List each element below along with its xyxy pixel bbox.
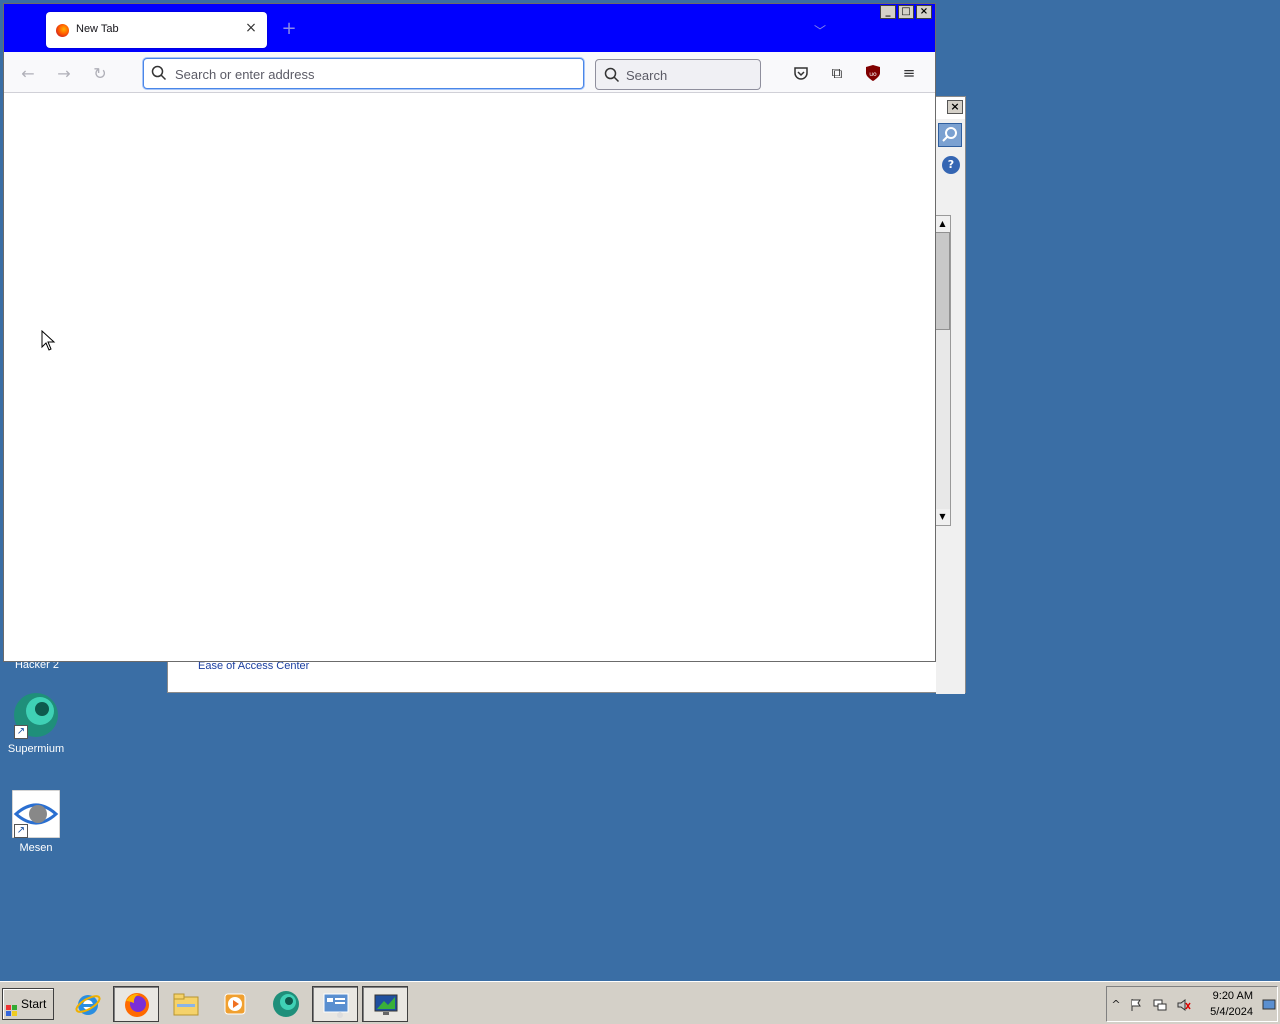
taskbar-ie[interactable] <box>65 986 111 1022</box>
taskbar-explorer[interactable] <box>163 986 209 1022</box>
help-icon[interactable]: ? <box>942 156 960 174</box>
scroll-up-arrow-icon[interactable]: ▲ <box>935 216 950 232</box>
scroll-thumb[interactable] <box>935 232 950 330</box>
clock-time[interactable]: 9:20 AM <box>1209 990 1253 1002</box>
minimize-button[interactable]: _ <box>880 5 896 19</box>
shortcut-arrow-icon: ↗ <box>14 824 28 838</box>
folder-icon <box>172 990 200 1018</box>
ie-icon <box>74 990 102 1018</box>
monitor-icon <box>372 991 400 1019</box>
system-tray: ^ 9:20 AM 5/4/2024 <box>1106 986 1278 1022</box>
supermium-icon: ↗ <box>12 691 60 739</box>
taskbar-firefox[interactable] <box>113 986 159 1022</box>
search-icon <box>604 67 620 83</box>
pocket-icon[interactable] <box>790 62 812 84</box>
start-button[interactable]: Start <box>2 988 54 1020</box>
supermium-icon <box>272 990 300 1018</box>
menu-icon[interactable]: ≡ <box>898 62 920 84</box>
list-all-tabs-icon[interactable]: ﹀ <box>812 22 828 38</box>
firefox-window: New Tab × + ﹀ _ □ × ← → ↻ ⧉ uo <box>3 3 936 662</box>
media-player-icon <box>221 990 249 1018</box>
control-panel-close-button[interactable]: × <box>947 100 963 114</box>
mesen-icon: ↗ <box>11 789 61 839</box>
search-icon[interactable] <box>938 123 962 147</box>
close-button[interactable]: × <box>916 5 932 19</box>
tab-title: New Tab <box>76 23 119 35</box>
expand-tray-icon[interactable]: ^ <box>1109 998 1123 1012</box>
firefox-icon <box>56 24 69 37</box>
scrollbar[interactable]: ▲ ▼ <box>934 215 951 526</box>
maximize-button[interactable]: □ <box>898 5 914 19</box>
new-tab-icon[interactable]: + <box>280 20 298 38</box>
url-bar[interactable] <box>143 58 584 89</box>
search-bar[interactable] <box>595 59 761 90</box>
url-input[interactable] <box>175 65 575 83</box>
taskbar-media-player[interactable] <box>212 986 258 1022</box>
scroll-down-arrow-icon[interactable]: ▼ <box>935 509 950 525</box>
ublock-shield-icon[interactable]: uo <box>862 62 884 84</box>
taskbar-control-panel[interactable] <box>312 986 358 1022</box>
navigation-toolbar: ← → ↻ ⧉ uo ≡ <box>4 52 935 93</box>
clock-date[interactable]: 5/4/2024 <box>1201 1006 1253 1018</box>
taskbar: Start ^ 9:20 AM 5/4/2024 <box>0 981 1280 1024</box>
forward-icon[interactable]: → <box>50 60 78 88</box>
control-panel-icon <box>322 991 350 1019</box>
desktop-icon-label: Mesen <box>19 842 53 854</box>
tab-close-icon[interactable]: × <box>243 20 259 36</box>
tab-strip: New Tab × + ﹀ _ □ × <box>4 4 935 52</box>
search-icon <box>151 65 167 81</box>
firefox-icon <box>123 991 151 1019</box>
taskbar-supermium[interactable] <box>263 986 309 1022</box>
desktop-icon-supermium[interactable]: ↗ Supermium <box>0 691 72 755</box>
page-content[interactable] <box>4 94 935 661</box>
start-label: Start <box>21 997 47 1011</box>
desktop-icon-label: Supermium <box>7 743 65 755</box>
mouse-cursor-icon <box>41 329 57 352</box>
show-desktop-icon[interactable] <box>1262 997 1276 1011</box>
desktop-icon-mesen[interactable]: ↗ Mesen <box>0 789 72 854</box>
windows-logo-icon <box>6 998 18 1016</box>
back-icon[interactable]: ← <box>14 60 42 88</box>
taskbar-remote-desktop[interactable] <box>362 986 408 1022</box>
tab-new-tab[interactable]: New Tab × <box>46 12 267 48</box>
shortcut-arrow-icon: ↗ <box>14 725 28 739</box>
network-icon[interactable] <box>1153 998 1167 1012</box>
search-input[interactable] <box>626 66 752 84</box>
extensions-icon[interactable]: ⧉ <box>826 62 848 84</box>
reload-icon[interactable]: ↻ <box>86 60 114 88</box>
action-center-flag-icon[interactable] <box>1129 998 1143 1012</box>
svg-text:uo: uo <box>869 71 877 78</box>
volume-muted-icon[interactable] <box>1177 998 1191 1012</box>
